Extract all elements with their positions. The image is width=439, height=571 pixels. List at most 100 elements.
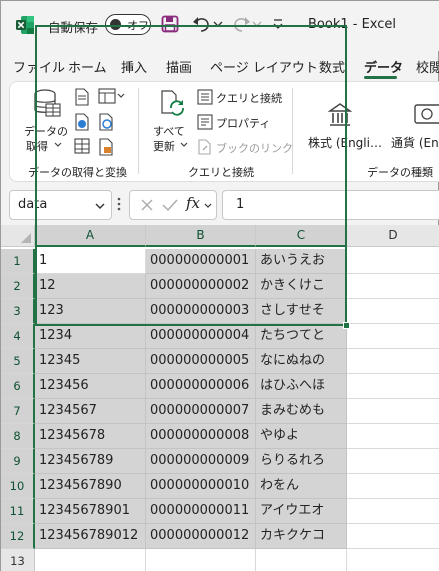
cell-a10[interactable]: 1234567890 bbox=[35, 474, 146, 499]
cell-a12[interactable]: 123456789012 bbox=[35, 524, 146, 549]
cell-c9[interactable]: らりるれろ bbox=[256, 449, 347, 474]
existing-connections-icon[interactable] bbox=[98, 113, 114, 131]
cell-c8[interactable]: やゆよ bbox=[256, 424, 347, 449]
enter-checkmark-icon[interactable] bbox=[162, 198, 178, 212]
tab-home[interactable]: ホーム bbox=[68, 57, 107, 76]
cell-b9[interactable]: 000000000009 bbox=[146, 449, 256, 474]
cell-a13[interactable] bbox=[35, 549, 146, 571]
cell-b12[interactable]: 000000000012 bbox=[146, 524, 256, 549]
cell-c11[interactable]: アイウエオ bbox=[256, 499, 347, 524]
cell-a3[interactable]: 123 bbox=[35, 299, 146, 324]
cell-a11[interactable]: 12345678901 bbox=[35, 499, 146, 524]
cell-b2[interactable]: 000000000002 bbox=[146, 274, 256, 299]
cell-a9[interactable]: 123456789 bbox=[35, 449, 146, 474]
tab-page-layout[interactable]: ページ レイアウト bbox=[210, 57, 318, 76]
row-header[interactable]: 6 bbox=[1, 374, 35, 399]
cell-d4[interactable] bbox=[347, 324, 439, 349]
redo-icon[interactable] bbox=[230, 14, 252, 34]
row-header[interactable]: 3 bbox=[1, 299, 35, 324]
cell-d12[interactable] bbox=[347, 524, 439, 549]
from-file-icon[interactable] bbox=[98, 138, 114, 156]
cell-b11[interactable]: 000000000011 bbox=[146, 499, 256, 524]
cell-d13[interactable] bbox=[347, 549, 439, 571]
cell-d5[interactable] bbox=[347, 349, 439, 374]
tab-file[interactable]: ファイル bbox=[13, 57, 65, 76]
name-box[interactable]: data bbox=[9, 190, 112, 220]
cell-d10[interactable] bbox=[347, 474, 439, 499]
cell-c3[interactable]: さしすせそ bbox=[256, 299, 347, 324]
cell-a6[interactable]: 123456 bbox=[35, 374, 146, 399]
select-all-button[interactable] bbox=[1, 225, 35, 247]
recent-sources-icon[interactable] bbox=[98, 88, 116, 104]
row-header[interactable]: 12 bbox=[1, 524, 35, 549]
row-header[interactable]: 10 bbox=[1, 474, 35, 499]
formula-input[interactable]: 1 bbox=[222, 190, 439, 220]
cell-b5[interactable]: 000000000005 bbox=[146, 349, 256, 374]
customize-toolbar-icon[interactable] bbox=[272, 17, 284, 31]
cell-d7[interactable] bbox=[347, 399, 439, 424]
chevron-down-icon[interactable] bbox=[95, 202, 105, 210]
row-header[interactable]: 11 bbox=[1, 499, 35, 524]
cell-d11[interactable] bbox=[347, 499, 439, 524]
row-header[interactable]: 7 bbox=[1, 399, 35, 424]
from-table-icon[interactable] bbox=[74, 138, 90, 154]
column-header-d[interactable]: D bbox=[347, 225, 439, 247]
cell-b1[interactable]: 000000000001 bbox=[146, 249, 256, 274]
cell-d8[interactable] bbox=[347, 424, 439, 449]
cell-b13[interactable] bbox=[146, 549, 256, 571]
fill-handle[interactable] bbox=[343, 322, 350, 329]
row-header[interactable]: 5 bbox=[1, 349, 35, 374]
cell-d3[interactable] bbox=[347, 299, 439, 324]
tab-insert[interactable]: 挿入 bbox=[121, 57, 147, 76]
cell-d6[interactable] bbox=[347, 374, 439, 399]
cell-c13[interactable] bbox=[256, 549, 347, 571]
cell-b7[interactable]: 000000000007 bbox=[146, 399, 256, 424]
chevron-down-icon[interactable] bbox=[204, 203, 212, 209]
cell-a7[interactable]: 1234567 bbox=[35, 399, 146, 424]
cell-a1[interactable]: 1 bbox=[35, 249, 146, 274]
cell-c2[interactable]: かきくけこ bbox=[256, 274, 347, 299]
undo-icon[interactable] bbox=[191, 14, 213, 34]
row-header[interactable]: 8 bbox=[1, 424, 35, 449]
row-header[interactable]: 2 bbox=[1, 274, 35, 299]
from-web-icon[interactable] bbox=[74, 113, 90, 131]
row-header[interactable]: 9 bbox=[1, 449, 35, 474]
autosave-toggle[interactable]: オフ bbox=[105, 14, 151, 35]
cell-c12[interactable]: カキクケコ bbox=[256, 524, 347, 549]
cancel-icon[interactable] bbox=[140, 198, 154, 212]
cell-d9[interactable] bbox=[347, 449, 439, 474]
cell-c5[interactable]: なにぬねの bbox=[256, 349, 347, 374]
tab-formulas[interactable]: 数式 bbox=[319, 57, 345, 76]
redo-dropdown-icon[interactable] bbox=[252, 19, 262, 29]
column-header-b[interactable]: B bbox=[146, 225, 256, 247]
save-icon[interactable] bbox=[161, 15, 179, 33]
cell-b3[interactable]: 000000000003 bbox=[146, 299, 256, 324]
cell-b6[interactable]: 000000000006 bbox=[146, 374, 256, 399]
from-text-icon[interactable] bbox=[74, 88, 90, 106]
tab-draw[interactable]: 描画 bbox=[166, 57, 192, 76]
row-header[interactable]: 13 bbox=[1, 549, 35, 571]
worksheet-grid[interactable]: A B C D 1 1 000000000001 あいうえお 2 12 000000000002 かき… bbox=[1, 225, 439, 571]
insert-function-button[interactable]: fx bbox=[186, 194, 200, 212]
cell-c10[interactable]: わをん bbox=[256, 474, 347, 499]
column-header-c[interactable]: C bbox=[256, 225, 347, 247]
cell-a8[interactable]: 12345678 bbox=[35, 424, 146, 449]
chevron-down-icon[interactable] bbox=[117, 93, 125, 99]
cell-b8[interactable]: 000000000008 bbox=[146, 424, 256, 449]
row-header[interactable]: 4 bbox=[1, 324, 35, 349]
cell-c4[interactable]: たちつてと bbox=[256, 324, 347, 349]
cell-b4[interactable]: 000000000004 bbox=[146, 324, 256, 349]
cell-c1[interactable]: あいうえお bbox=[256, 249, 347, 274]
cell-b10[interactable]: 000000000010 bbox=[146, 474, 256, 499]
cell-c6[interactable]: はひふへほ bbox=[256, 374, 347, 399]
column-header-a[interactable]: A bbox=[35, 225, 146, 247]
undo-dropdown-icon[interactable] bbox=[213, 19, 223, 29]
more-options-icon[interactable] bbox=[117, 197, 121, 211]
cell-a5[interactable]: 12345 bbox=[35, 349, 146, 374]
row-header[interactable]: 1 bbox=[1, 249, 35, 274]
tab-data[interactable]: データ bbox=[364, 57, 403, 76]
cell-d1[interactable] bbox=[347, 249, 439, 274]
cell-c7[interactable]: まみむめも bbox=[256, 399, 347, 424]
tab-review[interactable]: 校閲 bbox=[416, 57, 439, 76]
cell-a2[interactable]: 12 bbox=[35, 274, 146, 299]
